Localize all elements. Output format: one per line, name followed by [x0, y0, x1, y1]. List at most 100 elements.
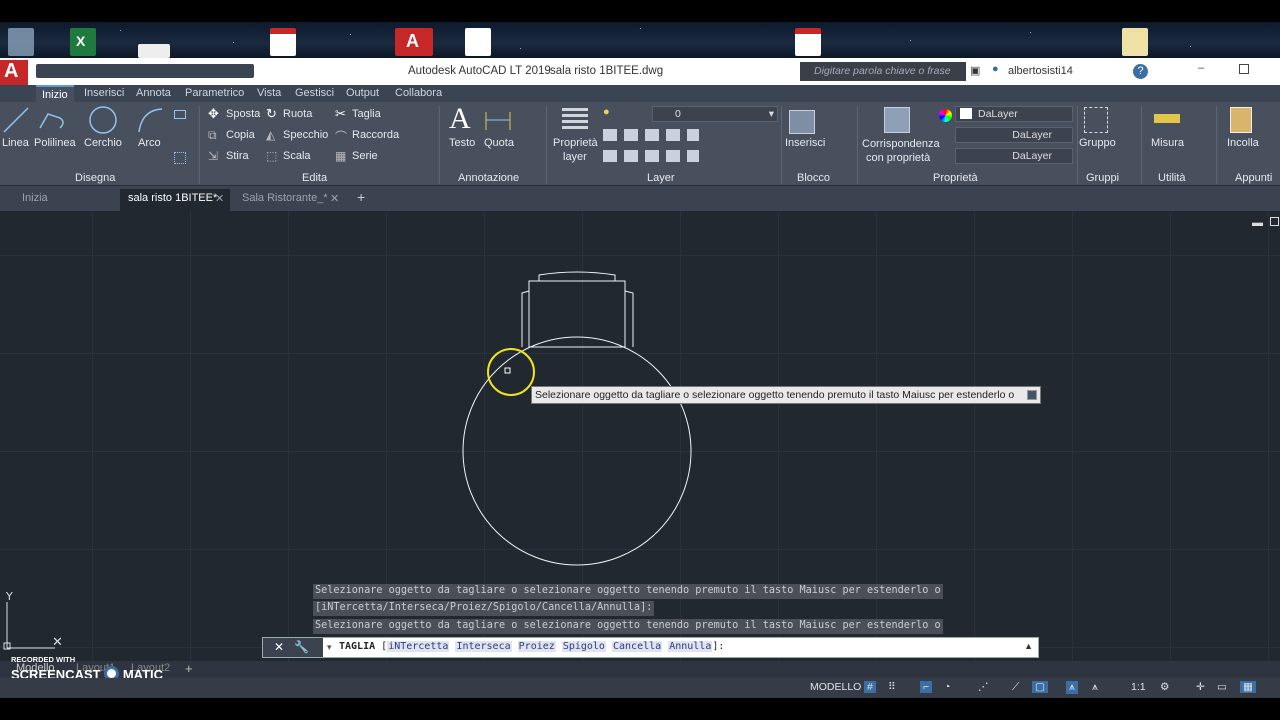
color-dropdown[interactable]: DaLayer [955, 106, 1073, 122]
panel-disegna[interactable]: Disegna [75, 172, 115, 184]
hatch-icon[interactable] [174, 152, 186, 164]
incolla-button[interactable]: Incolla [1227, 137, 1259, 149]
panel-blocco[interactable]: Blocco [797, 172, 830, 184]
quick-access-toolbar[interactable] [36, 64, 254, 78]
arco-button[interactable]: Arco [138, 137, 161, 149]
panel-appunti[interactable]: Appunti [1235, 172, 1272, 184]
doc-tab-inizia[interactable]: Inizia [22, 192, 48, 204]
serie-button[interactable]: Serie [352, 150, 378, 162]
pdf-icon[interactable] [270, 28, 296, 56]
copia-button[interactable]: Copia [226, 129, 255, 141]
scala-button[interactable]: Scala [283, 150, 311, 162]
polilinea-button[interactable]: Polilinea [34, 137, 76, 149]
match-properties-label-2[interactable]: con proprietà [866, 152, 930, 164]
app-menu-button[interactable]: A [0, 60, 28, 85]
option-interseca[interactable]: Interseca [455, 641, 512, 652]
measure-icon[interactable] [1154, 114, 1180, 123]
panel-layer[interactable]: Layer [647, 172, 675, 184]
recycle-bin-icon[interactable] [8, 28, 34, 56]
new-tab-icon[interactable]: + [357, 189, 365, 205]
line-icon[interactable] [2, 106, 30, 134]
group-icon[interactable] [1084, 107, 1108, 133]
viewport-minimize-icon[interactable]: ▬ [1252, 217, 1263, 229]
rectangle-icon[interactable] [174, 110, 186, 119]
raccorda-button[interactable]: Raccorda [352, 129, 399, 141]
layer-properties-label-2[interactable]: layer [563, 151, 587, 163]
binoculars-icon[interactable]: ▣ [970, 64, 980, 77]
sposta-button[interactable]: Sposta [226, 108, 260, 120]
autoscale-icon[interactable]: ⩚ [1092, 681, 1098, 694]
excel-icon[interactable]: X [70, 28, 96, 56]
isodraft-icon[interactable]: ⋰ [978, 681, 989, 693]
option-intercetta[interactable]: iNTercetta [387, 641, 450, 652]
doc-tab-sala-risto[interactable]: sala risto 1BITEE* [128, 192, 217, 204]
clean-screen-icon[interactable]: ▦ [1240, 681, 1256, 693]
layer-tools-row-1[interactable] [603, 129, 699, 141]
insert-block-icon[interactable] [789, 110, 815, 134]
circle-icon[interactable] [88, 105, 118, 135]
layer-dropdown[interactable]: 0 ▾ [652, 106, 778, 122]
polar-icon[interactable]: ◔ [944, 681, 950, 693]
command-line[interactable]: ✕ 🔧 ▾ TAGLIA [iNTercetta Interseca Proie… [262, 637, 1039, 658]
option-cancella[interactable]: Cancella [612, 641, 663, 652]
annotation-scale[interactable]: 1:1 [1131, 681, 1146, 693]
close-icon[interactable]: ✕ [215, 192, 224, 205]
tab-collabora[interactable]: Collabora [395, 87, 442, 99]
user-icon[interactable]: ● [992, 63, 999, 75]
tab-parametrico[interactable]: Parametrico [185, 87, 244, 99]
maximize-icon[interactable] [1239, 64, 1249, 74]
panel-annotazione[interactable]: Annotazione [458, 172, 519, 184]
minimize-icon[interactable]: – [1198, 62, 1204, 74]
match-properties-label-1[interactable]: Corrispondenza [862, 138, 940, 150]
ruota-button[interactable]: Ruota [283, 108, 312, 120]
option-annulla[interactable]: Annulla [668, 641, 713, 652]
snap-icon[interactable]: ⠿ [888, 681, 896, 693]
wrench-icon[interactable]: 🔧 [294, 640, 309, 654]
linea-button[interactable]: Linea [2, 137, 29, 149]
panel-gruppi[interactable]: Gruppi [1086, 172, 1119, 184]
panel-edita[interactable]: Edita [302, 172, 327, 184]
add-layout-icon[interactable]: + [185, 661, 193, 676]
lightbulb-icon[interactable]: ● [603, 106, 610, 118]
notes-icon[interactable] [465, 28, 491, 56]
specchio-button[interactable]: Specchio [283, 129, 328, 141]
gruppo-button[interactable]: Gruppo [1079, 137, 1116, 149]
testo-button[interactable]: Testo [449, 137, 475, 149]
quota-button[interactable]: Quota [484, 137, 514, 149]
search-input[interactable]: Digitare parola chiave o frase [800, 62, 966, 81]
plus-icon[interactable]: ✛ [1196, 681, 1205, 693]
option-spigolo[interactable]: Spigolo [561, 641, 606, 652]
inserisci-button[interactable]: Inserisci [785, 137, 825, 149]
misura-button[interactable]: Misura [1151, 137, 1184, 149]
cerchio-button[interactable]: Cerchio [84, 137, 122, 149]
pdf-icon-2[interactable] [795, 28, 821, 56]
tab-annota[interactable]: Annota [136, 87, 171, 99]
monitor-icon[interactable]: ▭ [1217, 681, 1227, 693]
user-name[interactable]: albertosisti14 [1008, 65, 1073, 77]
tab-inserisci[interactable]: Inserisci [84, 87, 124, 99]
layer-properties-label-1[interactable]: Proprietà [553, 137, 598, 149]
command-line-handle[interactable] [263, 638, 323, 657]
option-proiez[interactable]: Proiez [517, 641, 556, 652]
folder-icon[interactable] [1122, 28, 1148, 56]
arc-icon[interactable] [136, 106, 164, 134]
tab-output[interactable]: Output [346, 87, 379, 99]
grid-icon[interactable]: # [864, 681, 876, 693]
annotation-visibility-icon[interactable]: ⩚ [1066, 681, 1078, 694]
close-icon-2[interactable]: ✕ [330, 192, 339, 205]
file-icon[interactable] [138, 44, 170, 58]
layer-properties-icon[interactable] [562, 108, 588, 130]
panel-utilita[interactable]: Utilità [1158, 172, 1186, 184]
dimension-icon[interactable] [483, 108, 513, 132]
chevron-up-icon[interactable]: ▲ [1024, 641, 1033, 651]
recent-commands-icon[interactable]: ▾ [327, 642, 332, 653]
panel-proprieta[interactable]: Proprietà [933, 172, 978, 184]
doc-tab-sala-ristorante[interactable]: Sala Ristorante_* [242, 192, 328, 204]
taglia-button[interactable]: Taglia [352, 108, 381, 120]
expand-icon[interactable] [1027, 390, 1037, 400]
polyline-icon[interactable] [38, 108, 68, 132]
viewport-restore-icon[interactable] [1270, 217, 1279, 226]
model-space-toggle[interactable]: MODELLO [810, 681, 861, 693]
layer-tools-row-2[interactable] [603, 150, 699, 162]
ortho-icon[interactable]: ⌐ [920, 681, 933, 693]
